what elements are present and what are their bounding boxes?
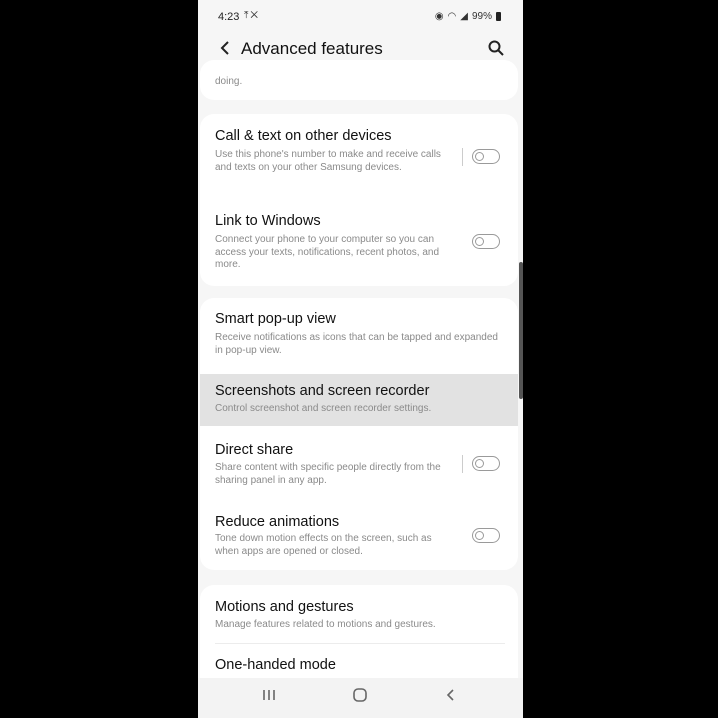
toggle-switch[interactable] [472,149,500,164]
navigation-bar [198,678,523,718]
setting-direct-share[interactable]: Direct share Share content with specific… [200,434,518,504]
status-time: 4:23 [218,11,240,23]
divider [462,148,463,166]
card-connected-devices: Call & text on other devices Use this ph… [200,114,518,286]
system-icons: ◉ ◠ ◢ 99% [435,11,501,22]
separator [215,643,505,644]
signal-icon: ◢ [460,11,468,22]
card-partial-top: doing. [200,60,518,100]
missed-call-icon: ✕ [250,10,261,21]
setting-description: Share content with specific people direc… [215,462,441,486]
page-title: Advanced features [241,39,383,58]
phone-screen: 4:23 ⤒✕ ◉ ◠ ◢ 99% Advanced features doin… [198,0,523,718]
setting-title: Reduce animations [215,514,340,530]
setting-title: Screenshots and screen recorder [215,383,430,399]
setting-smart-popup-view[interactable]: Smart pop-up view Receive notifications … [200,298,518,366]
back-icon[interactable] [443,687,459,708]
setting-description: Connect your phone to your computer so y… [215,234,440,270]
home-icon[interactable] [352,687,368,708]
setting-reduce-animations[interactable]: Reduce animations Tone down motion effec… [200,506,518,570]
recents-icon[interactable] [261,687,277,708]
setting-screenshots-screen-recorder[interactable]: Screenshots and screen recorder Control … [200,374,518,426]
alarm-icon: ◉ [434,11,444,22]
setting-link-to-windows[interactable]: Link to Windows Connect your phone to yo… [200,200,518,286]
setting-call-text-other-devices[interactable]: Call & text on other devices Use this ph… [200,114,518,200]
setting-title: One-handed mode [215,657,336,673]
wifi-icon: ◠ [447,11,457,22]
setting-description: Control screenshot and screen recorder s… [215,403,432,414]
divider [462,455,463,473]
search-icon[interactable] [487,39,505,57]
setting-title: Motions and gestures [215,599,354,615]
setting-description: Use this phone's number to make and rece… [215,149,441,173]
battery-icon [496,12,501,21]
fragment-text: doing. [215,76,243,87]
setting-description: Receive notifications as icons that can … [215,332,498,356]
notification-icons: ⤒✕ [244,10,260,21]
setting-title: Smart pop-up view [215,311,336,327]
setting-motions-gestures[interactable]: Motions and gestures Manage features rel… [200,585,518,640]
setting-title: Call & text on other devices [215,128,392,144]
toggle-switch[interactable] [472,456,500,471]
setting-title: Direct share [215,442,294,458]
setting-title: Link to Windows [215,213,321,229]
setting-description: Tone down motion effects on the screen, … [215,533,432,557]
setting-description: Manage features related to motions and g… [215,619,436,630]
scrollbar[interactable] [519,262,523,399]
toggle-switch[interactable] [472,234,500,249]
toggle-switch[interactable] [472,528,500,543]
card-features: Smart pop-up view Receive notifications … [200,298,518,570]
status-bar: 4:23 ⤒✕ ◉ ◠ ◢ 99% [198,0,523,34]
battery-percent: 99% [471,11,492,22]
back-arrow-icon[interactable] [216,36,236,60]
